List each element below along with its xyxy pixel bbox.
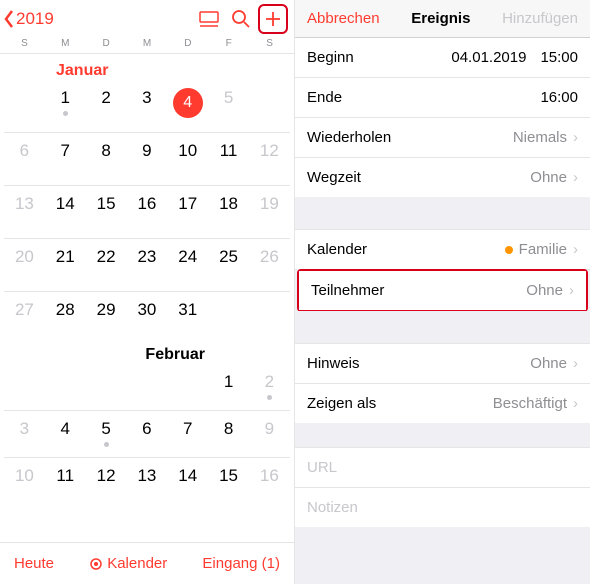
day-cell[interactable]: 11 (45, 458, 86, 504)
cancel-button[interactable]: Abbrechen (307, 10, 380, 27)
chevron-right-icon: › (573, 395, 578, 412)
day-cell[interactable]: 15 (208, 458, 249, 504)
day-cell[interactable]: 8 (208, 411, 249, 457)
calendar-footer: Heute Kalender Eingang (1) (0, 542, 294, 584)
day-cell[interactable]: 9 (249, 411, 290, 457)
add-button-disabled: Hinzufügen (502, 10, 578, 27)
alert-row[interactable]: Hinweis Ohne › (295, 343, 590, 384)
day-cell[interactable]: 24 (167, 239, 208, 291)
chevron-right-icon: › (573, 129, 578, 146)
calendar-header: 2019 (0, 0, 294, 38)
day-cell[interactable]: 25 (208, 239, 249, 291)
event-editor-pane: Abbrechen Ereignis Hinzufügen Beginn 04.… (295, 0, 590, 584)
day-cell[interactable]: 17 (167, 186, 208, 238)
day-cell[interactable]: 13 (4, 186, 45, 238)
day-cell[interactable]: 8 (86, 133, 127, 185)
weekday-row: SMDMDFS (0, 38, 294, 53)
today-button[interactable]: Heute (14, 555, 54, 572)
day-cell[interactable]: 19 (249, 186, 290, 238)
end-row[interactable]: Ende 16:00 (295, 78, 590, 118)
url-input-row[interactable]: URL (295, 447, 590, 487)
travel-time-row[interactable]: Wegzeit Ohne › (295, 158, 590, 197)
day-cell[interactable]: 5 (208, 80, 249, 132)
day-cell[interactable]: 4 (45, 411, 86, 457)
day-cell[interactable]: 1 (45, 80, 86, 132)
month-label-february: Februar (4, 338, 245, 364)
day-cell[interactable]: 22 (86, 239, 127, 291)
event-header: Abbrechen Ereignis Hinzufügen (295, 0, 590, 38)
day-cell[interactable]: 7 (45, 133, 86, 185)
day-cell[interactable]: 10 (167, 133, 208, 185)
chevron-right-icon: › (573, 169, 578, 186)
show-as-row[interactable]: Zeigen als Beschäftigt › (295, 384, 590, 423)
day-cell[interactable]: 6 (126, 411, 167, 457)
day-cell[interactable]: 5 (86, 411, 127, 457)
begin-row[interactable]: Beginn 04.01.2019 15:00 (295, 38, 590, 78)
day-cell[interactable]: 7 (167, 411, 208, 457)
day-cell[interactable]: 30 (126, 292, 167, 338)
day-cell[interactable]: 14 (45, 186, 86, 238)
day-cell[interactable]: 23 (126, 239, 167, 291)
search-icon (231, 9, 251, 29)
chevron-right-icon: › (569, 282, 574, 299)
chevron-right-icon: › (573, 241, 578, 258)
calendar-color-dot (505, 246, 513, 254)
day-cell[interactable]: 14 (167, 458, 208, 504)
day-cell[interactable]: 26 (249, 239, 290, 291)
plus-icon (263, 9, 283, 29)
inbox-button[interactable]: Eingang (1) (202, 555, 280, 572)
day-cell[interactable]: 12 (249, 133, 290, 185)
day-cell[interactable]: 15 (86, 186, 127, 238)
attendees-row[interactable]: Teilnehmer Ohne › (299, 271, 586, 310)
day-cell[interactable]: 21 (45, 239, 86, 291)
back-year-label: 2019 (16, 9, 54, 29)
calendar-scroll[interactable]: Januar 1 2 3 4 5 6 7 8 9 10 11 12 13 14 … (0, 54, 294, 542)
day-cell[interactable]: 9 (126, 133, 167, 185)
day-cell[interactable]: 28 (45, 292, 86, 338)
day-cell[interactable]: 1 (208, 364, 249, 410)
calendar-dot-icon (89, 557, 103, 571)
chevron-left-icon (2, 8, 16, 30)
day-cell[interactable]: 2 (249, 364, 290, 410)
calendar-pane: 2019 SMDMDFS Januar 1 2 3 4 5 6 7 8 9 (0, 0, 295, 584)
day-cell[interactable]: 29 (86, 292, 127, 338)
notes-input-row[interactable]: Notizen (295, 488, 590, 527)
list-view-icon (199, 11, 219, 27)
day-cell[interactable]: 18 (208, 186, 249, 238)
add-event-button[interactable] (258, 4, 288, 34)
day-cell[interactable]: 10 (4, 458, 45, 504)
back-button[interactable]: 2019 (2, 8, 54, 30)
day-cell[interactable]: 13 (126, 458, 167, 504)
event-title: Ereignis (411, 10, 470, 27)
view-toggle-button[interactable] (194, 4, 224, 34)
day-cell[interactable]: 31 (167, 292, 208, 338)
search-button[interactable] (226, 4, 256, 34)
chevron-right-icon: › (573, 355, 578, 372)
day-cell[interactable]: 16 (126, 186, 167, 238)
day-cell[interactable]: 2 (86, 80, 127, 132)
day-cell[interactable]: 27 (4, 292, 45, 338)
day-cell[interactable]: 11 (208, 133, 249, 185)
day-cell[interactable]: 20 (4, 239, 45, 291)
repeat-row[interactable]: Wiederholen Niemals › (295, 118, 590, 158)
day-cell[interactable]: 12 (86, 458, 127, 504)
calendar-select-row[interactable]: Kalender Familie › (295, 229, 590, 270)
day-cell[interactable]: 3 (4, 411, 45, 457)
day-cell[interactable]: 3 (126, 80, 167, 132)
day-cell-selected[interactable]: 4 (167, 80, 208, 132)
month-label-january: Januar (56, 54, 290, 80)
day-cell[interactable]: 16 (249, 458, 290, 504)
day-cell[interactable]: 6 (4, 133, 45, 185)
calendars-button[interactable]: Kalender (89, 555, 167, 572)
